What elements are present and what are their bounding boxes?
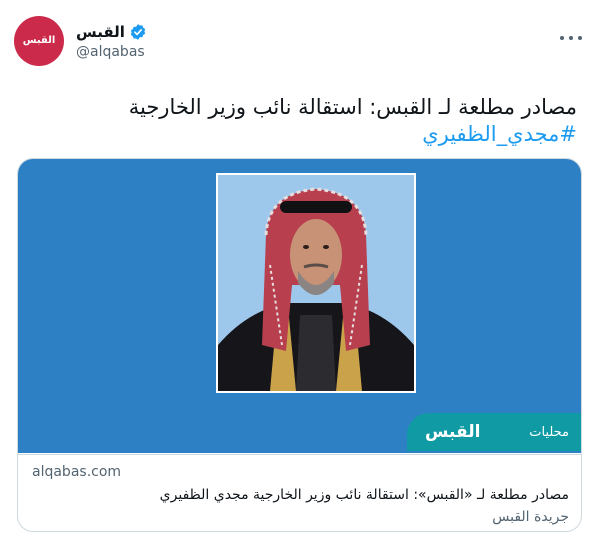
more-options-button[interactable] xyxy=(560,30,582,46)
card-meta[interactable]: alqabas.com مصادر مطلعة لـ «القبس»: استق… xyxy=(18,454,581,531)
tweet[interactable]: القبس القبس @alqabas مصادر مطلعة لـ القب… xyxy=(0,0,597,545)
banner-logo: القبس xyxy=(425,422,481,442)
portrait-illustration xyxy=(218,175,414,391)
verified-badge-icon xyxy=(130,23,146,40)
tweet-text: مصادر مطلعة لـ القبس: استقالة نائب وزير … xyxy=(17,94,577,148)
portrait-photo xyxy=(216,173,416,393)
display-name[interactable]: القبس xyxy=(76,23,125,41)
avatar-logo-text: القبس xyxy=(22,35,56,46)
tweet-body: مصادر مطلعة لـ القبس: استقالة نائب وزير … xyxy=(128,95,577,119)
card-image[interactable]: محليات القبس xyxy=(18,159,581,453)
more-dot-icon xyxy=(560,36,564,40)
banner-section-label: محليات xyxy=(529,424,569,440)
more-dot-icon xyxy=(569,36,573,40)
author-header[interactable]: القبس القبس @alqabas xyxy=(14,16,147,66)
card-description: جريدة القبس xyxy=(492,509,569,525)
avatar[interactable]: القبس xyxy=(14,16,64,66)
handle[interactable]: @alqabas xyxy=(76,44,147,60)
card-domain: alqabas.com xyxy=(32,464,122,480)
hashtag-link[interactable]: #مجدي_الظفيري xyxy=(17,121,577,148)
more-dot-icon xyxy=(578,36,582,40)
card-title: مصادر مطلعة لـ «القبس»: استقالة نائب وزي… xyxy=(159,487,569,503)
link-card[interactable]: محليات القبس alqabas.com مصادر مطلعة لـ … xyxy=(17,158,582,532)
card-banner: محليات القبس xyxy=(407,413,581,451)
